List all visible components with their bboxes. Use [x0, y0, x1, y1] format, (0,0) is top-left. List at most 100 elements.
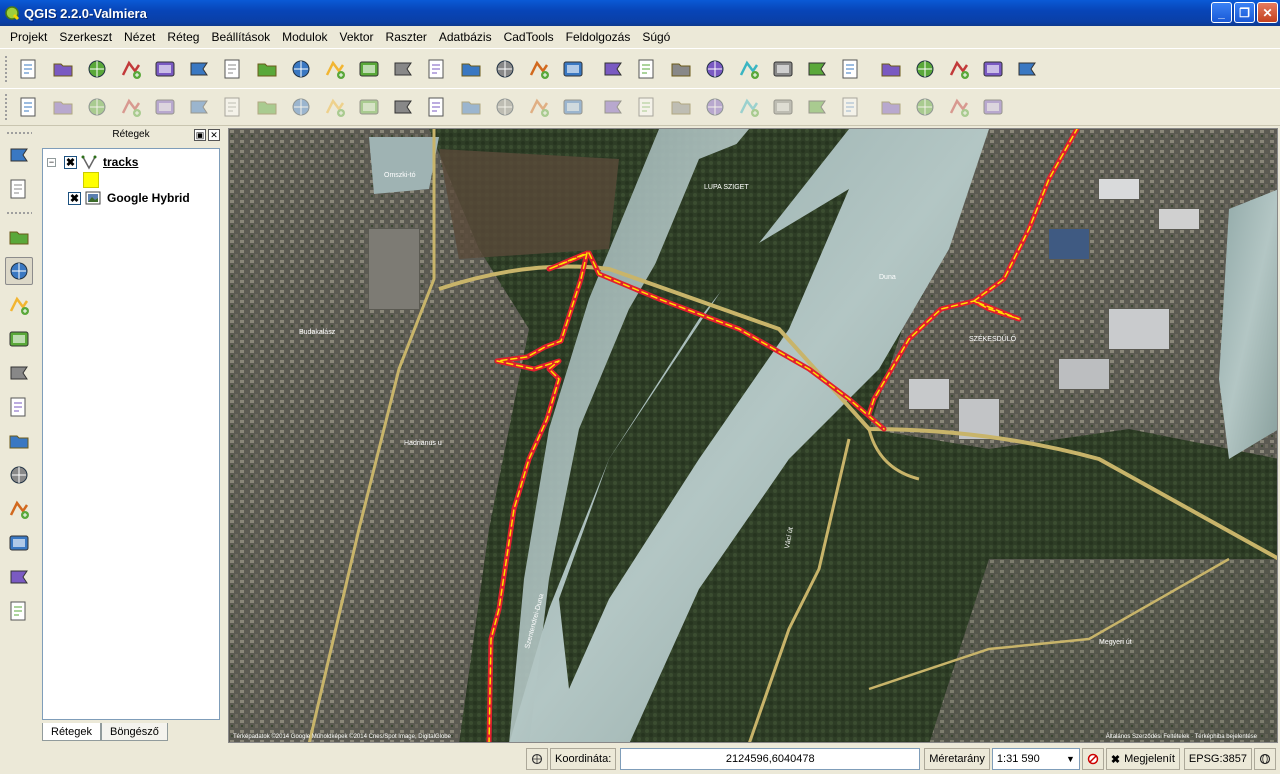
maximize-button[interactable]: ❐	[1234, 2, 1255, 23]
overflow-icon[interactable]	[598, 54, 628, 84]
toggle-editing-icon[interactable]	[82, 92, 112, 122]
crs-status[interactable]: EPSG:3857	[1183, 748, 1252, 770]
menu-cadtools[interactable]: CadTools	[498, 30, 560, 44]
menu-beallitasok[interactable]: Beállítások	[205, 30, 276, 44]
new-print-composer-icon[interactable]	[150, 54, 180, 84]
add-oracle-layer-icon[interactable]	[388, 54, 418, 84]
save-edits-icon[interactable]	[116, 92, 146, 122]
add-part-icon[interactable]	[598, 92, 628, 122]
open-project-icon[interactable]	[48, 54, 78, 84]
simplify-icon[interactable]	[524, 92, 554, 122]
add-wfs-layer-icon[interactable]	[490, 54, 520, 84]
stop-render-icon[interactable]	[1081, 748, 1104, 770]
delete-ring-icon[interactable]	[666, 92, 696, 122]
zoom-next-icon[interactable]	[5, 563, 33, 591]
tab-browser[interactable]: Böngésző	[100, 723, 168, 741]
add-wms-layer-icon[interactable]	[422, 54, 452, 84]
redo-icon[interactable]	[490, 92, 520, 122]
close-button[interactable]: ✕	[1257, 2, 1278, 23]
rotate-symbols-icon[interactable]	[944, 92, 974, 122]
move-feature-icon[interactable]	[184, 92, 214, 122]
layer-visibility-checkbox[interactable]: ✖	[68, 191, 81, 205]
cut-features-icon[interactable]	[286, 92, 316, 122]
add-delimited-text-icon[interactable]	[524, 54, 554, 84]
zoom-full-icon[interactable]	[5, 427, 33, 455]
help-icon[interactable]	[388, 92, 418, 122]
new-shapefile-icon[interactable]	[558, 54, 588, 84]
zoom-out-icon[interactable]	[5, 359, 33, 387]
pan-to-selection-icon[interactable]	[5, 141, 33, 169]
scale-combobox[interactable]: 1:31 590 ▼	[991, 748, 1080, 770]
refresh-icon[interactable]	[5, 597, 33, 625]
reshape-icon[interactable]	[734, 92, 764, 122]
zoom-selection-icon[interactable]	[5, 461, 33, 489]
map-tips-icon[interactable]	[5, 175, 33, 203]
add-vector-layer-icon[interactable]	[218, 54, 248, 84]
touch-zoom-icon[interactable]	[5, 223, 33, 251]
rotate-label-icon[interactable]	[978, 92, 1008, 122]
toolbar-grip[interactable]	[6, 211, 32, 215]
select-icon[interactable]	[666, 54, 696, 84]
layer-name-tracks[interactable]: tracks	[103, 155, 138, 169]
identify-icon[interactable]	[632, 54, 662, 84]
add-mssql-layer-icon[interactable]	[354, 54, 384, 84]
map-canvas[interactable]: Omszki-tó LUPA SZIGET SZÉKESDŰLŐ Hadrian…	[228, 128, 1278, 743]
add-raster-layer-icon[interactable]	[252, 54, 282, 84]
tab-layers[interactable]: Rétegek	[42, 723, 101, 741]
chevron-down-icon[interactable]: ▼	[1066, 754, 1075, 764]
composer-manager-icon[interactable]	[184, 54, 214, 84]
render-toggle[interactable]: ✖ Megjelenít	[1105, 748, 1180, 770]
collapse-toggle[interactable]: −	[47, 157, 56, 167]
coordinate-toggle-icon[interactable]	[526, 748, 548, 770]
menu-feldolgozas[interactable]: Feldolgozás	[560, 30, 637, 44]
new-project-icon[interactable]	[14, 54, 44, 84]
menu-nezet[interactable]: Nézet	[118, 30, 161, 44]
layer-row-google-hybrid[interactable]: ✖ Google Hybrid	[43, 189, 190, 207]
label-icon[interactable]	[1012, 54, 1042, 84]
layer-row-tracks[interactable]: − ✖ tracks	[43, 153, 138, 171]
panel-close-button[interactable]: ✕	[208, 129, 220, 141]
field-calculator-icon[interactable]	[768, 54, 798, 84]
new-text-annotation-icon[interactable]	[944, 54, 974, 84]
paste-features-icon[interactable]	[354, 92, 384, 122]
layer-name-google-hybrid[interactable]: Google Hybrid	[107, 191, 190, 205]
menu-vektor[interactable]: Vektor	[334, 30, 380, 44]
menu-adatbazis[interactable]: Adatbázis	[433, 30, 498, 44]
save-project-icon[interactable]	[82, 54, 112, 84]
pan-icon[interactable]	[5, 257, 33, 285]
merge-features-icon[interactable]	[876, 92, 906, 122]
delete-selected-icon[interactable]	[252, 92, 282, 122]
toolbar-grip[interactable]	[4, 54, 8, 83]
zoom-native-icon[interactable]	[5, 393, 33, 421]
measure-icon[interactable]	[876, 54, 906, 84]
cadtools-icon[interactable]	[14, 92, 44, 122]
split-parts-icon[interactable]	[836, 92, 866, 122]
split-features-icon[interactable]	[802, 92, 832, 122]
zoom-last-icon[interactable]	[5, 529, 33, 557]
add-spatialite-layer-icon[interactable]	[320, 54, 350, 84]
text-annotation-icon[interactable]	[978, 54, 1008, 84]
select-feature-icon[interactable]	[700, 54, 730, 84]
statistics-icon[interactable]	[836, 54, 866, 84]
menu-projekt[interactable]: Projekt	[4, 30, 53, 44]
menu-sugo[interactable]: Súgó	[636, 30, 676, 44]
delete-part-icon[interactable]	[700, 92, 730, 122]
render-checkbox[interactable]: ✖	[1111, 753, 1120, 766]
add-wcs-layer-icon[interactable]	[456, 54, 486, 84]
undo-icon[interactable]	[456, 92, 486, 122]
map-terms-link[interactable]: Általános Szerződési Feltételek · Térkép…	[1106, 734, 1257, 740]
pan-map-icon[interactable]	[5, 291, 33, 319]
whats-this-icon[interactable]	[422, 92, 452, 122]
copy-features-icon[interactable]	[320, 92, 350, 122]
zoom-layer-icon[interactable]	[5, 495, 33, 523]
menu-reteg[interactable]: Réteg	[161, 30, 205, 44]
menu-szerkeszt[interactable]: Szerkeszt	[53, 30, 118, 44]
deselect-icon[interactable]	[734, 54, 764, 84]
save-as-icon[interactable]	[116, 54, 146, 84]
current-edits-icon[interactable]	[48, 92, 78, 122]
minimize-button[interactable]: _	[1211, 2, 1232, 23]
attribute-table-icon[interactable]	[802, 54, 832, 84]
layer-visibility-checkbox[interactable]: ✖	[64, 155, 77, 169]
add-feature-icon[interactable]	[150, 92, 180, 122]
panel-float-button[interactable]: ▣	[194, 129, 206, 141]
